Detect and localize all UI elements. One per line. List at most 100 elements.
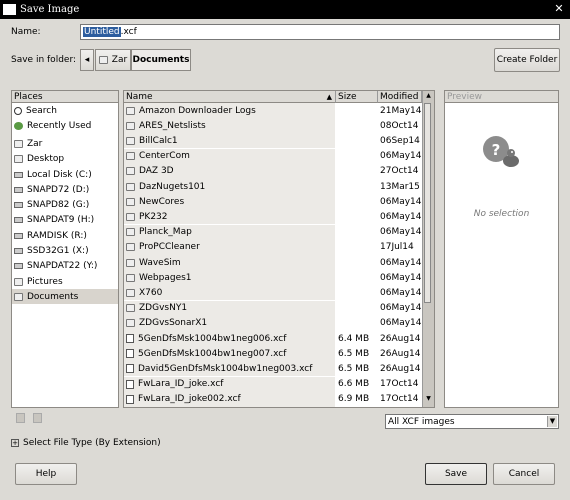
name-selected-text: Untitled	[83, 27, 121, 37]
file-size: 6.9 MB	[338, 394, 370, 405]
place-local-disk[interactable]: Local Disk (C:)	[12, 167, 118, 182]
file-name: Webpages1	[139, 272, 192, 283]
path-documents-label: Documents	[132, 55, 190, 65]
save-in-label: Save in folder:	[11, 55, 77, 65]
file-row[interactable]: ZDGvsNY1 06May14	[124, 300, 422, 316]
file-modified: 17Oct14	[380, 394, 419, 405]
add-bookmark-icon[interactable]	[16, 413, 25, 423]
folder-icon	[126, 288, 135, 297]
place-ramdisk[interactable]: RAMDISK (R:)	[12, 228, 118, 243]
disk-icon	[14, 186, 23, 193]
column-header-name[interactable]: Name ▲	[124, 91, 336, 103]
folder-icon	[126, 273, 135, 282]
path-button-documents[interactable]: Documents	[131, 49, 191, 71]
path-button-zar[interactable]: Zar	[95, 49, 131, 71]
file-modified: 06May14	[380, 318, 422, 329]
image-file-icon	[126, 394, 134, 404]
file-row[interactable]: ZDGvsSonarX1 06May14	[124, 315, 422, 331]
disk-icon	[14, 262, 23, 269]
file-row[interactable]: FwLara_ID_joke002.xcf 6.9 MB 17Oct14	[124, 391, 420, 407]
folder-icon	[126, 121, 135, 130]
places-header[interactable]: Places	[12, 91, 118, 103]
image-file-icon	[126, 334, 134, 343]
file-name: CenterCom	[139, 151, 190, 162]
place-snapd72[interactable]: SNAPD72 (D:)	[12, 182, 118, 197]
file-row[interactable]: David5GenDfsMsk1004bw1neg003.xcf 6.5 MB 26…	[124, 361, 420, 377]
file-modified: 06May14	[380, 196, 422, 207]
cancel-label: Cancel	[508, 469, 540, 479]
place-label: RAMDISK (R:)	[27, 230, 87, 241]
place-ssd32g1[interactable]: SSD32G1 (X:)	[12, 243, 118, 258]
place-pictures[interactable]: Pictures	[12, 274, 118, 289]
image-file-icon	[126, 364, 134, 374]
folder-icon	[126, 228, 135, 237]
close-icon[interactable]: ✕	[552, 2, 566, 16]
folder-icon	[126, 304, 135, 313]
scrollbar-thumb[interactable]	[424, 103, 431, 303]
select-file-type-label: Select File Type (By Extension)	[23, 438, 161, 448]
disk-icon	[14, 216, 23, 223]
disk-icon	[14, 201, 23, 208]
file-list-scrollbar[interactable]: ▲ ▼	[422, 91, 434, 407]
cancel-button[interactable]: Cancel	[493, 463, 555, 485]
folder-icon	[126, 319, 135, 328]
column-header-modified[interactable]: Modified	[378, 91, 422, 103]
file-name: ProPCCleaner	[139, 242, 200, 253]
place-snapdat9[interactable]: SNAPDAT9 (H:)	[12, 212, 118, 227]
remove-bookmark-icon[interactable]	[33, 413, 42, 423]
file-name: ZDGvsSonarX1	[139, 318, 208, 329]
place-label: SSD32G1 (X:)	[27, 245, 89, 256]
file-row[interactable]: ProPCCleaner 17Jul14	[124, 239, 420, 255]
file-name: 5GenDfsMsk1004bw1neg006.xcf	[138, 333, 287, 344]
file-row[interactable]: X760 06May14	[124, 285, 422, 301]
column-header-size[interactable]: Size	[336, 91, 378, 103]
place-label: Local Disk (C:)	[27, 169, 92, 180]
file-row[interactable]: DazNugets101 13Mar15	[124, 179, 420, 194]
select-file-type-expander[interactable]: + Select File Type (By Extension)	[11, 438, 161, 448]
help-button[interactable]: Help	[15, 463, 77, 485]
place-zar[interactable]: Zar	[12, 136, 118, 151]
file-name: DazNugets101	[139, 181, 206, 192]
place-label: Desktop	[27, 153, 65, 164]
scroll-down-icon[interactable]: ▼	[424, 395, 433, 405]
create-folder-button[interactable]: Create Folder	[494, 48, 560, 72]
place-search[interactable]: Search	[12, 103, 118, 118]
image-file-icon	[126, 379, 134, 389]
file-row[interactable]: DAZ 3D 27Oct14	[124, 163, 420, 179]
place-documents[interactable]: Documents	[12, 289, 118, 304]
file-name: NewCores	[139, 196, 185, 207]
file-row[interactable]: FwLara_ID_joke.xcf 6.6 MB 17Oct14	[124, 376, 420, 392]
file-row[interactable]: PK232 06May14	[124, 209, 422, 225]
file-modified: 17Jul14	[380, 242, 414, 253]
recent-icon	[14, 121, 23, 130]
place-label: SNAPD72 (D:)	[27, 184, 90, 195]
place-desktop[interactable]: Desktop	[12, 151, 118, 166]
file-modified: 06May14	[380, 272, 422, 283]
window-icon	[3, 4, 16, 15]
file-row[interactable]: NewCores 06May14	[124, 194, 422, 210]
place-label: Search	[26, 105, 57, 116]
file-row[interactable]: Planck_Map 06May14	[124, 224, 422, 240]
folder-icon	[126, 106, 135, 115]
file-row[interactable]: 5GenDfsMsk1004bw1neg007.xcf 6.5 MB 26Aug14	[124, 346, 420, 362]
place-label: SNAPDAT22 (Y:)	[27, 260, 98, 271]
scroll-up-icon[interactable]: ▲	[424, 92, 433, 102]
place-recently-used[interactable]: Recently Used	[12, 118, 118, 133]
file-type-filter[interactable]: All XCF images ▼	[385, 414, 559, 429]
file-row[interactable]: 5GenDfsMsk1004bw1neg006.xcf 6.4 MB 26Aug14	[124, 331, 420, 346]
file-row[interactable]: CenterCom 06May14	[124, 148, 422, 164]
column-name-label: Name	[126, 92, 153, 102]
chevron-left-icon: ◂	[84, 55, 90, 65]
file-row[interactable]: Webpages1 06May14	[124, 270, 422, 286]
expander-plus-icon: +	[11, 439, 19, 447]
name-field[interactable]: Untitled .xcf	[80, 24, 560, 40]
path-back-button[interactable]: ◂	[80, 49, 94, 71]
place-snapd82[interactable]: SNAPD82 (G:)	[12, 197, 118, 212]
file-row[interactable]: Amazon Downloader Logs 21May14	[124, 103, 422, 118]
save-button[interactable]: Save	[425, 463, 487, 485]
file-row[interactable]: WaveSim 06May14	[124, 255, 422, 270]
file-row[interactable]: ARES_Netslists 08Oct14	[124, 118, 420, 134]
file-row[interactable]: BillCalc1 06Sep14	[124, 133, 420, 149]
file-name: DAZ 3D	[139, 166, 174, 177]
place-snapdat22[interactable]: SNAPDAT22 (Y:)	[12, 258, 118, 273]
